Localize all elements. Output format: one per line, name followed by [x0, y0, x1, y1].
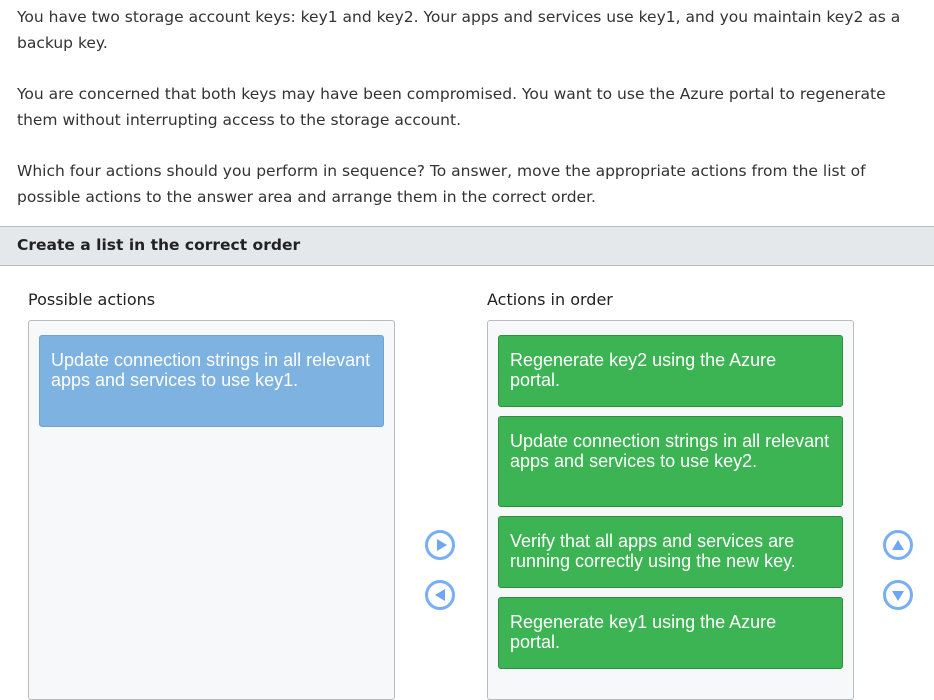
banner-title: Create a list in the correct order: [17, 236, 301, 254]
triangle-up-icon: [892, 540, 904, 550]
move-down-button[interactable]: [883, 580, 913, 610]
triangle-down-icon: [892, 591, 904, 601]
possible-action-item[interactable]: Update connection strings in all relevan…: [39, 335, 384, 427]
actions-in-order-title: Actions in order: [487, 290, 613, 309]
instruction-banner: Create a list in the correct order: [0, 226, 934, 266]
ordered-action-item-2[interactable]: Update connection strings in all relevan…: [498, 416, 843, 507]
question-paragraph-2: You are concerned that both keys may hav…: [17, 85, 886, 129]
question-paragraph-3: Which four actions should you perform in…: [17, 162, 866, 206]
move-up-button[interactable]: [883, 530, 913, 560]
possible-actions-list[interactable]: Update connection strings in all relevan…: [28, 320, 395, 700]
move-left-button[interactable]: [425, 580, 455, 610]
move-right-button[interactable]: [425, 530, 455, 560]
possible-actions-title: Possible actions: [28, 290, 156, 309]
actions-in-order-list[interactable]: Regenerate key2 using the Azure portal. …: [487, 320, 854, 700]
question-paragraph-1: You have two storage account keys: key1 …: [17, 8, 901, 52]
play-right-icon: [437, 539, 447, 551]
ordered-action-item-1[interactable]: Regenerate key2 using the Azure portal.: [498, 335, 843, 407]
play-left-icon: [435, 589, 445, 601]
ordered-action-item-4[interactable]: Regenerate key1 using the Azure portal.: [498, 597, 843, 669]
ordered-action-item-3[interactable]: Verify that all apps and services are ru…: [498, 516, 843, 588]
